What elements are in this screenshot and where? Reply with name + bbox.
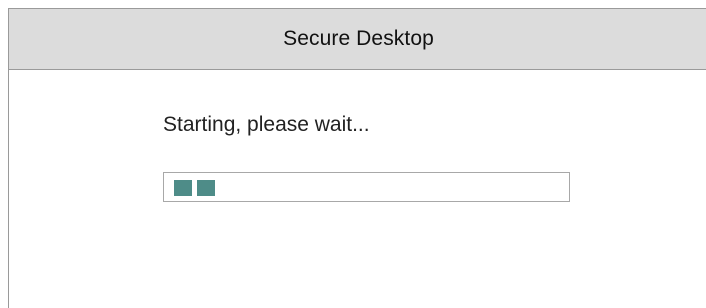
status-message: Starting, please wait... xyxy=(163,113,370,136)
title-bar: Secure Desktop xyxy=(9,9,706,70)
progress-bar xyxy=(163,172,570,202)
window-title: Secure Desktop xyxy=(283,27,434,50)
progress-block xyxy=(197,180,215,196)
progress-block xyxy=(174,180,192,196)
secure-desktop-window: Secure Desktop Starting, please wait... xyxy=(8,8,706,308)
